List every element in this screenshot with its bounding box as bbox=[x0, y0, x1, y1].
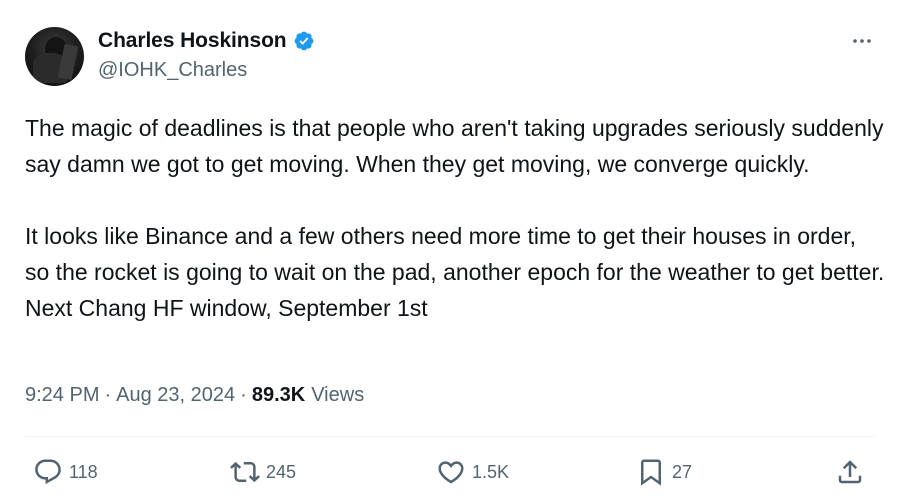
more-horizontal-icon bbox=[853, 39, 871, 43]
tweet-meta: 9:24 PM · Aug 23, 2024 · 89.3K Views bbox=[25, 384, 364, 407]
tweet-date[interactable]: Aug 23, 2024 bbox=[116, 384, 235, 407]
share-icon bbox=[838, 460, 862, 484]
repost-button[interactable]: 245 bbox=[230, 452, 296, 492]
bookmark-icon bbox=[641, 459, 661, 486]
action-bar: 118 245 1.5K 27 bbox=[0, 452, 900, 492]
author-name-row: Charles Hoskinson bbox=[98, 28, 315, 54]
meta-separator: · bbox=[104, 384, 112, 406]
bookmark-count: 27 bbox=[672, 461, 693, 482]
author-handle[interactable]: @IOHK_Charles bbox=[98, 59, 247, 82]
views-label[interactable]: Views bbox=[311, 384, 364, 407]
repost-icon bbox=[230, 461, 260, 483]
repost-count: 245 bbox=[266, 461, 297, 482]
meta-separator: · bbox=[240, 384, 247, 406]
avatar[interactable] bbox=[25, 27, 84, 86]
verified-badge-icon[interactable] bbox=[293, 30, 315, 52]
tweet-paragraph: The magic of deadlines is that people wh… bbox=[25, 115, 884, 177]
divider bbox=[25, 436, 875, 437]
tweet-paragraph: It looks like Binance and a few others n… bbox=[25, 223, 885, 321]
tweet-card: Charles Hoskinson @IOHK_Charles The magi… bbox=[0, 0, 900, 500]
reply-button[interactable]: 118 bbox=[33, 452, 98, 492]
reply-count: 118 bbox=[69, 461, 98, 482]
more-options-button[interactable] bbox=[846, 28, 878, 54]
author-display-name[interactable]: Charles Hoskinson bbox=[98, 29, 287, 53]
tweet-time[interactable]: 9:24 PM bbox=[25, 384, 99, 407]
share-button[interactable] bbox=[835, 452, 865, 492]
reply-icon bbox=[35, 459, 61, 485]
views-count[interactable]: 89.3K bbox=[252, 384, 305, 407]
like-button[interactable]: 1.5K bbox=[436, 452, 509, 492]
bookmark-button[interactable]: 27 bbox=[636, 452, 692, 492]
like-count: 1.5K bbox=[472, 461, 510, 482]
tweet-text: The magic of deadlines is that people wh… bbox=[25, 110, 885, 326]
heart-icon bbox=[438, 461, 464, 484]
